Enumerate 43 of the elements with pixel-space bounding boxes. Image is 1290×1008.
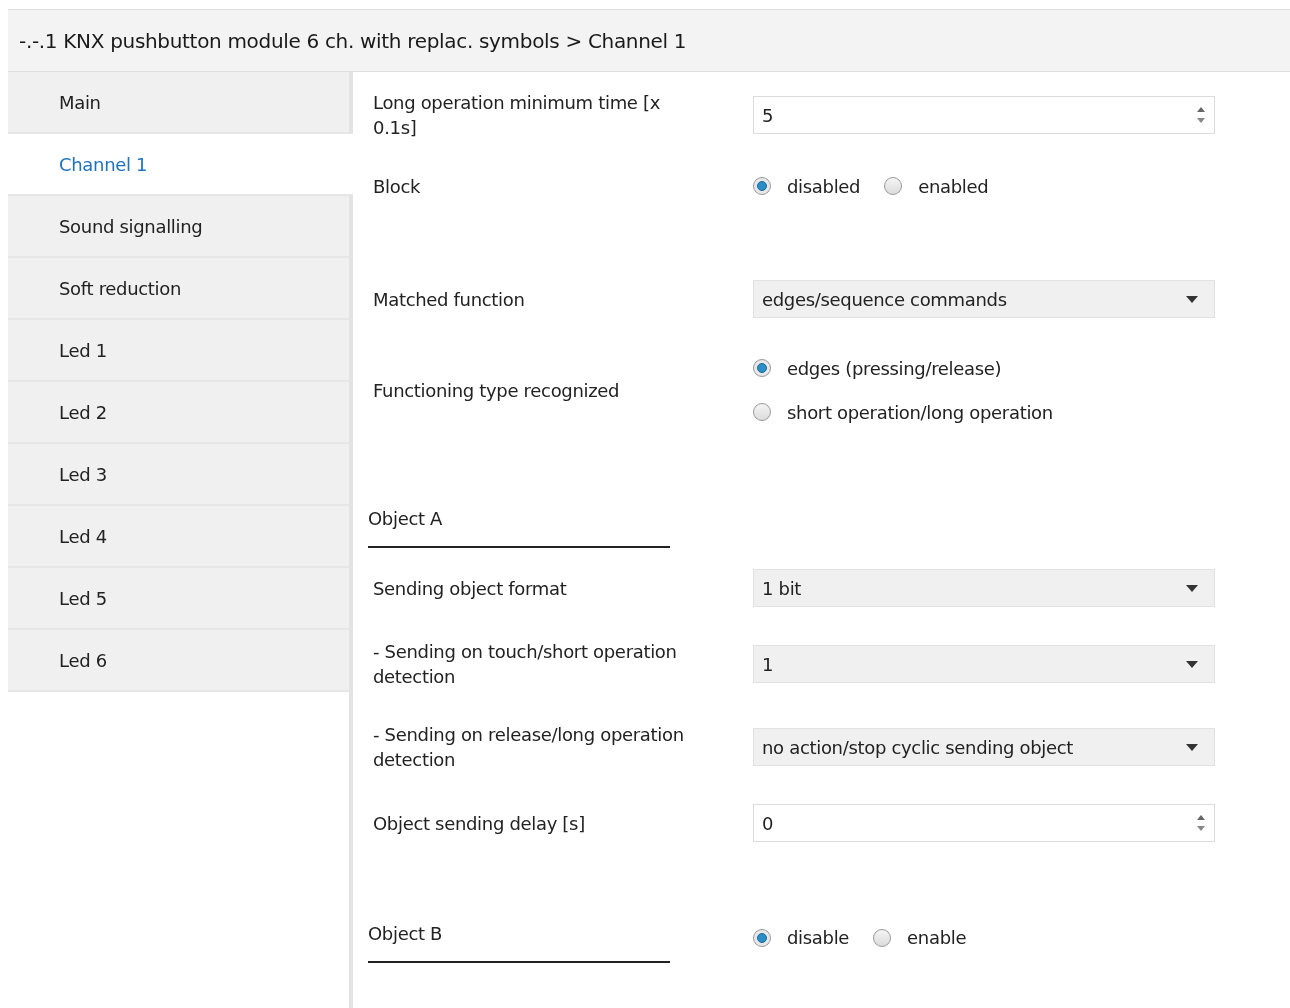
radio-label: disabled <box>787 174 861 199</box>
caret-icon <box>1186 295 1198 303</box>
dropdown[interactable]: edges/sequence commands <box>753 280 1215 318</box>
section-heading: Object A <box>368 505 670 548</box>
radio-label: short operation/long operation <box>787 400 1053 425</box>
parameter-label: Block <box>373 174 422 199</box>
dropdown[interactable]: no action/stop cyclic sending object <box>753 728 1215 766</box>
radio-label: enable <box>907 926 967 950</box>
sidebar-item[interactable]: Led 2 <box>8 382 349 444</box>
sidebar-item[interactable]: Sound signalling <box>8 196 349 258</box>
caret-icon <box>1186 743 1198 751</box>
parameter-label: Object sending delay [s] <box>373 811 586 836</box>
dropdown[interactable]: 1 bit <box>753 569 1215 607</box>
parameter-label: Long operation minimum time [x 0.1s] <box>373 91 662 140</box>
radio-label: edges (pressing/release) <box>787 356 1002 381</box>
parameter-label: Functioning type recognized <box>373 378 621 403</box>
parameter-label: - Sending on release/long operation detection <box>373 723 685 772</box>
sidebar-item[interactable]: Led 1 <box>8 320 349 382</box>
sidebar-item[interactable]: Led 4 <box>8 506 349 568</box>
radio-button[interactable] <box>873 928 892 947</box>
parameter-label: Matched function <box>373 287 526 312</box>
section-heading: Object B <box>368 920 670 963</box>
number-field[interactable]: 0 <box>753 804 1215 842</box>
radio-button[interactable] <box>753 359 771 377</box>
parameter-label: - Sending on touch/short operation detection <box>373 640 678 689</box>
radio-label: enabled <box>918 174 989 199</box>
dropdown[interactable]: 1 <box>753 645 1215 683</box>
radio-button[interactable] <box>753 177 771 195</box>
radio-label: disable <box>787 926 850 950</box>
radio-button[interactable] <box>753 928 771 947</box>
sidebar-item[interactable]: Soft reduction <box>8 258 349 320</box>
caret-icon <box>1186 584 1198 592</box>
parameter-label: Sending object format <box>373 576 568 601</box>
number-field[interactable]: 5 <box>753 96 1215 134</box>
breadcrumb: -.-.1 KNX pushbutton module 6 ch. with replac. symbols > Channel 1 <box>19 27 687 55</box>
radio-button[interactable] <box>753 403 771 421</box>
sidebar-item[interactable]: Led 5 <box>8 568 349 630</box>
caret-icon <box>1186 660 1198 668</box>
sidebar-item[interactable]: Led 6 <box>8 630 349 692</box>
sidebar-item[interactable]: Led 3 <box>8 444 349 506</box>
sidebar-item[interactable]: Main <box>8 72 349 134</box>
sidebar-item[interactable]: Channel 1 <box>8 134 353 196</box>
radio-button[interactable] <box>884 177 903 195</box>
